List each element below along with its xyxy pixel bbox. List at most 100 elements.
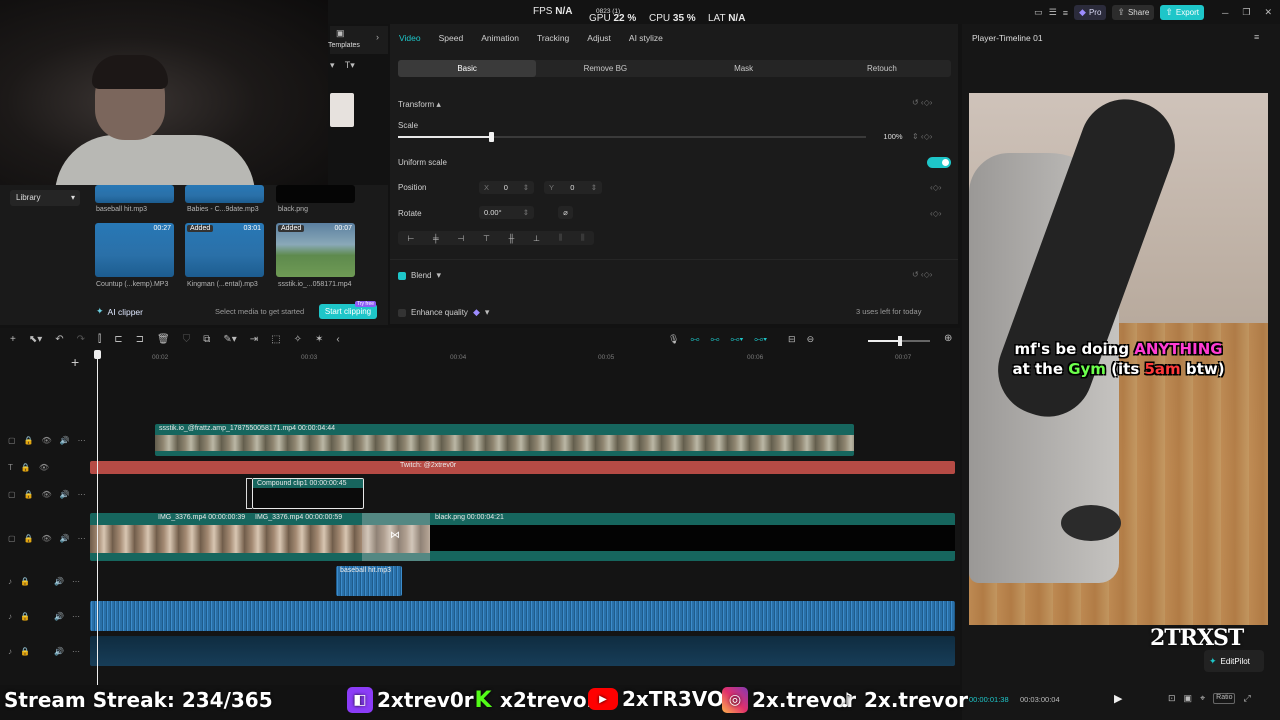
more-icon[interactable]: ⋯	[72, 577, 80, 586]
transform-header[interactable]: Transform ▴	[398, 99, 441, 110]
audio-icon[interactable]: 🔊	[60, 490, 70, 499]
menu-icon[interactable]: ≡	[1063, 8, 1068, 18]
media-thumb-babies[interactable]	[185, 185, 264, 203]
select-tool-icon[interactable]: ⬉▾	[29, 334, 42, 345]
close-icon[interactable]: ✕	[1264, 7, 1272, 18]
transition-overlay[interactable]: ⋈	[362, 513, 430, 561]
eye-icon[interactable]: 👁	[42, 436, 52, 445]
playhead[interactable]	[94, 350, 101, 685]
audio-icon[interactable]: 🔊	[54, 612, 64, 621]
tab-animation[interactable]: Animation	[472, 33, 528, 43]
subtab-basic[interactable]: Basic	[398, 60, 537, 77]
collapse-icon[interactable]: ‹	[336, 334, 339, 345]
freeze-icon[interactable]: ⇥	[250, 334, 258, 345]
media-thumb-ssstik[interactable]: Added 00:07	[276, 223, 355, 277]
tab-ai-stylize[interactable]: AI stylize	[620, 33, 672, 43]
align-top-icon[interactable]: ⊤	[483, 234, 490, 243]
video-preview[interactable]: mf's be doing ANYTHING at the Gym (its 5…	[969, 93, 1268, 625]
blend-header[interactable]: Blend ▾	[398, 270, 441, 281]
align-left-icon[interactable]: ⊢	[407, 234, 414, 243]
text-format-icon[interactable]: T▾	[345, 60, 355, 71]
zoom-slider-handle[interactable]	[898, 336, 902, 346]
clip-audio-baseball[interactable]: baseball hit.mp3	[336, 566, 402, 596]
transition-icon[interactable]: ⬚	[271, 334, 280, 345]
trim-left-icon[interactable]: ⊏	[114, 334, 122, 345]
lock-icon[interactable]: 🔒	[24, 436, 34, 445]
clip-text-twitch[interactable]: Twitch: @2xtrev0r	[90, 461, 955, 474]
audio-icon[interactable]: 🔊	[60, 534, 70, 543]
shield-icon[interactable]: ⛉	[183, 334, 191, 345]
audio-icon[interactable]: 🔊	[54, 577, 64, 586]
eye-icon[interactable]: 👁	[42, 534, 52, 543]
reset-icon[interactable]: ↺ ‹◇›	[912, 98, 932, 107]
more-icon[interactable]: ⋯	[72, 612, 80, 621]
menu-icon[interactable]: ≡	[1254, 32, 1259, 42]
zoom-slider[interactable]	[868, 336, 930, 346]
microphone-icon[interactable]: 🎙	[668, 334, 679, 345]
distribute-h-icon[interactable]: ⫼	[559, 233, 563, 243]
subtab-mask[interactable]: Mask	[675, 60, 813, 77]
list-icon[interactable]: ☰	[1049, 7, 1057, 18]
snap-icon[interactable]: ⧟▾	[730, 334, 743, 345]
link-icon[interactable]: ⧟	[690, 334, 699, 345]
clip-compound[interactable]: Compound clip1 00:00:00:45	[252, 478, 364, 509]
undo-icon[interactable]: ↶	[55, 334, 63, 345]
more-icon[interactable]: ⋯	[78, 436, 86, 445]
library-select[interactable]: Library ▾	[10, 190, 80, 206]
distribute-v-icon[interactable]: ⫼	[581, 233, 585, 243]
media-thumb-kingman[interactable]: Added 03:01	[185, 223, 264, 277]
scale-slider[interactable]	[398, 132, 866, 142]
align-center-v-icon[interactable]: ╫	[509, 234, 515, 243]
lock-icon[interactable]: 🔒	[24, 490, 34, 499]
redo-icon[interactable]: ↷	[77, 334, 85, 345]
style-icon[interactable]: ✎▾	[223, 334, 236, 345]
tab-speed[interactable]: Speed	[430, 33, 473, 43]
clip-audio-bottom[interactable]	[90, 636, 955, 666]
eye-icon[interactable]: 👁	[42, 490, 52, 499]
uniform-scale-toggle[interactable]	[927, 157, 951, 168]
tab-video[interactable]: Video	[390, 33, 430, 43]
more-icon[interactable]: ⋯	[78, 534, 86, 543]
add-icon[interactable]: +	[10, 334, 16, 345]
zoom-in-icon[interactable]: ⊕	[944, 333, 952, 344]
audio-icon[interactable]: 🔊	[54, 647, 64, 656]
lock-icon[interactable]: 🔒	[21, 463, 31, 472]
keyframe-icon[interactable]: ⇕ ‹◇›	[912, 132, 932, 141]
clip-top-video[interactable]: ssstik.io_@frattz.amp_1787550058171.mp4 …	[155, 424, 854, 456]
eye-icon[interactable]: 👁	[39, 463, 49, 472]
effects-icon[interactable]: ✧	[294, 334, 302, 345]
templates-tab[interactable]: ▣ Templates ›	[328, 26, 388, 54]
layout-icon[interactable]: ▭	[1034, 7, 1043, 18]
compound-selection-edge[interactable]	[246, 478, 252, 509]
lock-icon[interactable]: 🔒	[24, 534, 34, 543]
tab-adjust[interactable]: Adjust	[578, 33, 620, 43]
share-button[interactable]: ⇪ Share	[1112, 5, 1155, 20]
pro-button[interactable]: ◆ Pro	[1074, 5, 1107, 20]
trim-right-icon[interactable]: ⊐	[136, 334, 144, 345]
media-thumb-black[interactable]	[276, 185, 355, 203]
rotate-input[interactable]: 0.00° ⇕	[479, 206, 534, 219]
ai-clipper[interactable]: ✦ AI clipper	[96, 306, 143, 317]
crop-icon[interactable]: ⧉	[203, 334, 210, 345]
align-right-icon[interactable]: ⊣	[457, 234, 464, 243]
rotate-dial[interactable]: ⌀	[558, 206, 573, 219]
position-y-input[interactable]: Y 0 ⇕	[544, 181, 602, 194]
maximize-icon[interactable]: ❐	[1242, 7, 1250, 18]
align-bottom-icon[interactable]: ⊥	[533, 234, 540, 243]
keyframe-icon[interactable]: ‹◇›	[930, 183, 941, 192]
scale-value[interactable]: 100%	[875, 130, 911, 143]
position-x-input[interactable]: X 0 ⇕	[479, 181, 534, 194]
magic-icon[interactable]: ✶	[315, 334, 323, 345]
lock-icon[interactable]: 🔒	[20, 577, 30, 586]
align-center-h-icon[interactable]: ╪	[433, 234, 439, 243]
audio-icon[interactable]: 🔊	[60, 436, 70, 445]
preview-axis-icon[interactable]: ⧟▾	[754, 334, 767, 345]
zoom-out-icon[interactable]: ⊖	[807, 334, 815, 345]
lock-icon[interactable]: 🔒	[20, 647, 30, 656]
fit-icon[interactable]: ⊟	[788, 334, 796, 345]
tab-tracking[interactable]: Tracking	[528, 33, 578, 43]
enhance-checkbox[interactable]	[398, 308, 406, 317]
playhead-handle[interactable]	[94, 350, 101, 359]
delete-icon[interactable]: 🗑	[157, 334, 170, 345]
minimize-icon[interactable]: ─	[1222, 8, 1228, 18]
